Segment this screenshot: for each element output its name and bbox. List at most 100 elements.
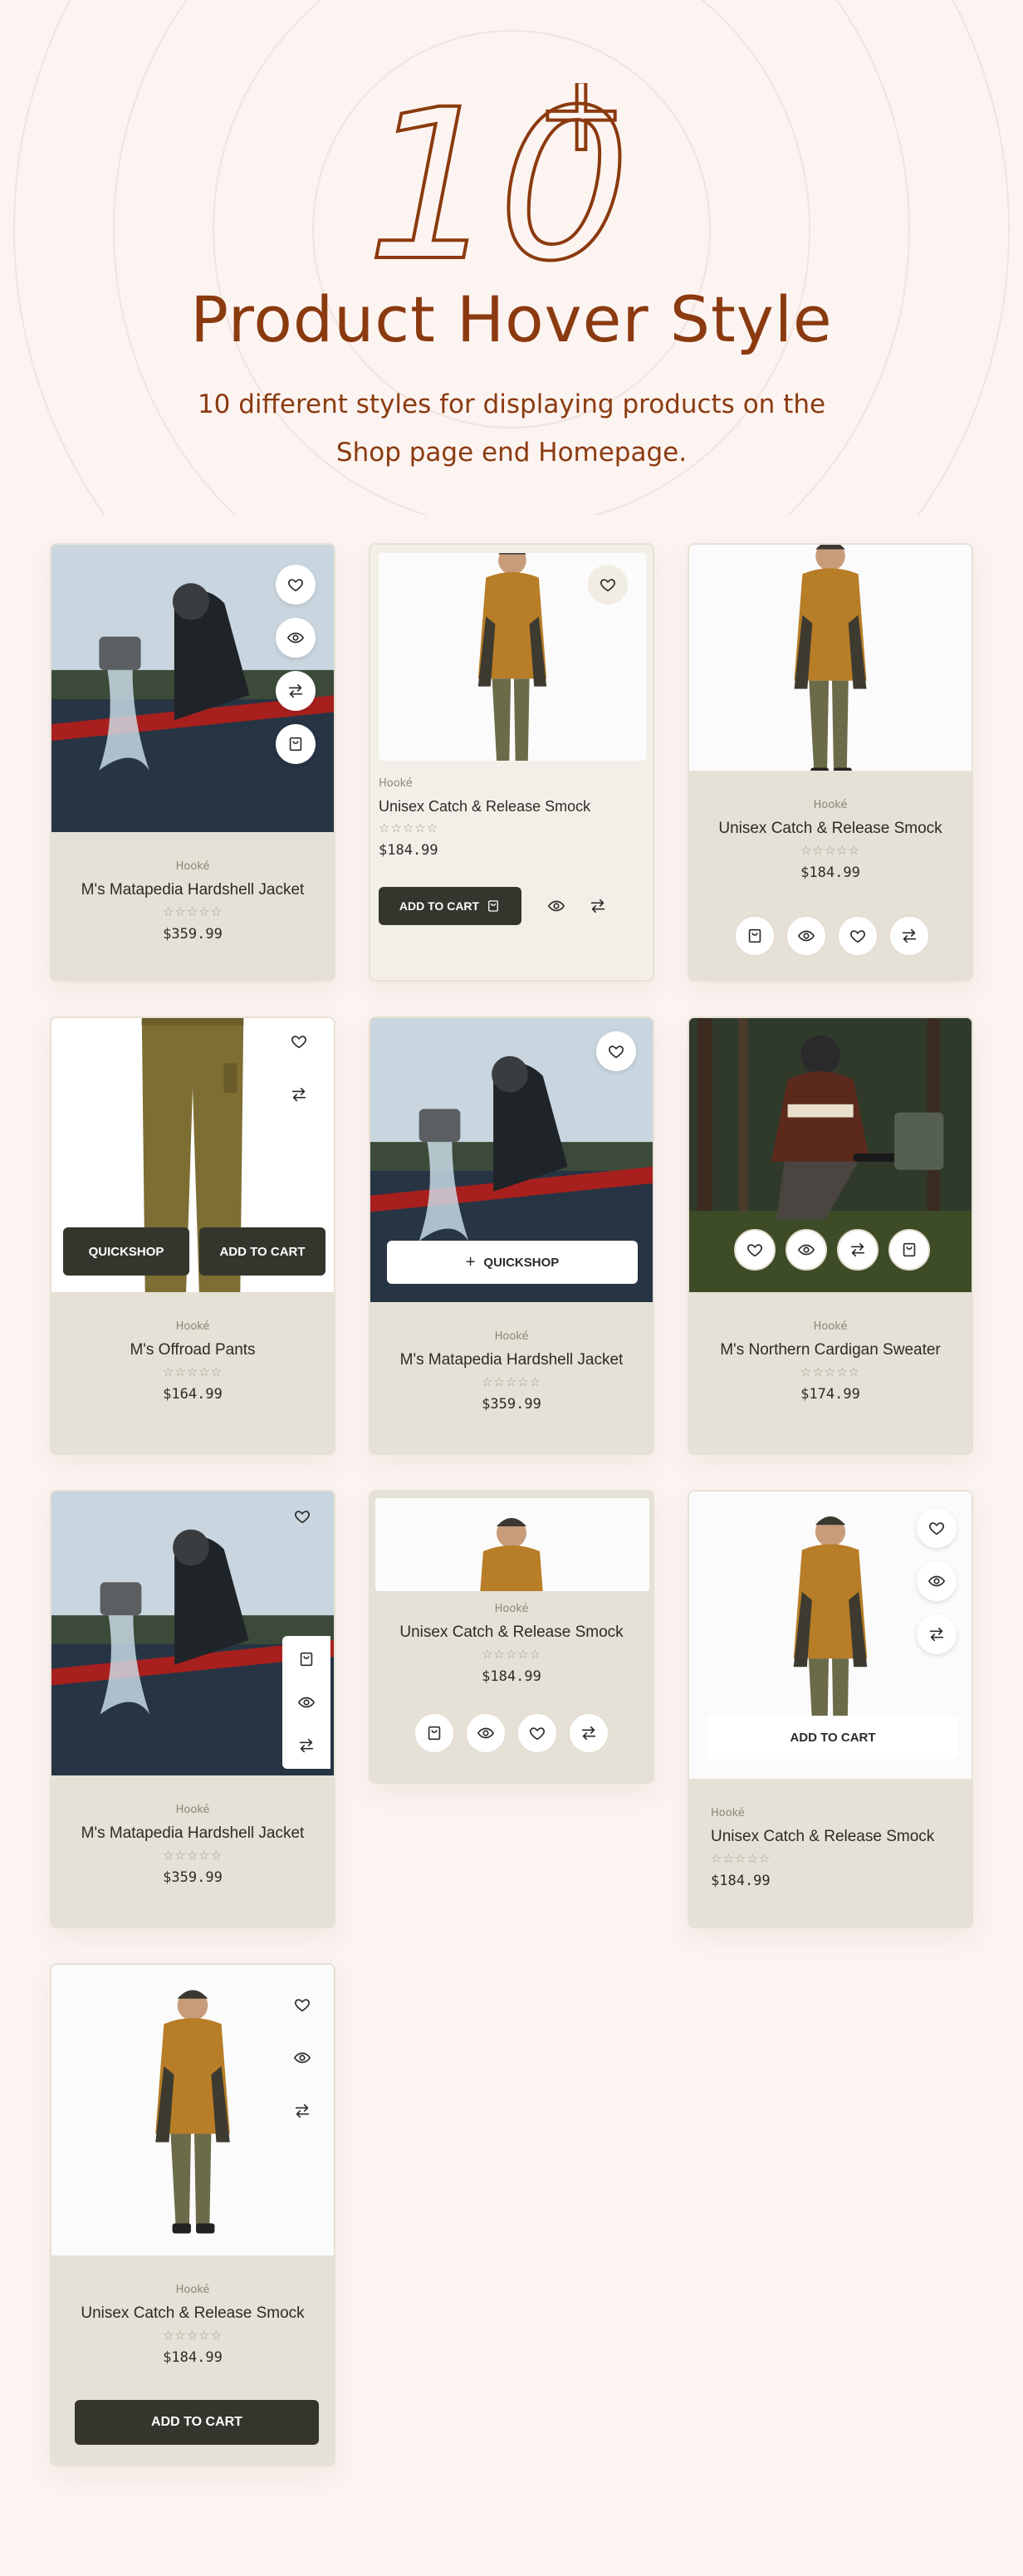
product-name[interactable]: Unisex Catch & Release Smock bbox=[51, 2304, 334, 2323]
add-to-cart-button[interactable] bbox=[888, 1229, 930, 1271]
add-to-cart-button[interactable]: ADD TO CART bbox=[75, 2400, 319, 2445]
compare-button[interactable] bbox=[568, 1712, 609, 1754]
plus-icon: + bbox=[465, 1252, 476, 1271]
compare-button[interactable] bbox=[578, 886, 618, 926]
wishlist-button[interactable] bbox=[286, 1500, 319, 1533]
add-to-cart-label: ADD TO CART bbox=[399, 899, 480, 913]
product-name[interactable]: M's Northern Cardigan Sweater bbox=[689, 1341, 972, 1359]
heart-icon bbox=[607, 1042, 625, 1060]
bag-icon bbox=[425, 1724, 443, 1742]
product-card-8[interactable]: Hooké Unisex Catch & Release Smock ☆☆☆☆☆… bbox=[369, 1490, 654, 1784]
add-to-cart-button[interactable]: ADD TO CART bbox=[199, 1227, 326, 1276]
compare-icon bbox=[928, 1625, 946, 1643]
eye-icon bbox=[797, 927, 815, 945]
product-card-3[interactable]: Hooké Unisex Catch & Release Smock ☆☆☆☆☆… bbox=[688, 543, 973, 982]
add-to-cart-button[interactable] bbox=[734, 915, 776, 957]
quickview-button[interactable] bbox=[276, 618, 316, 658]
product-name[interactable]: M's Matapedia Hardshell Jacket bbox=[51, 881, 334, 899]
product-brand: Hooké bbox=[813, 799, 848, 811]
product-card-2[interactable]: Hooké Unisex Catch & Release Smock ☆☆☆☆☆… bbox=[369, 543, 654, 982]
product-info: Hooké M's Matapedia Hardshell Jacket ☆☆☆… bbox=[51, 860, 334, 943]
product-info: Hooké M's Northern Cardigan Sweater ☆☆☆☆… bbox=[689, 1320, 972, 1403]
eye-icon bbox=[477, 1724, 495, 1742]
add-to-cart-button[interactable]: ADD TO CART bbox=[707, 1716, 958, 1759]
product-rating: ☆☆☆☆☆ bbox=[162, 904, 223, 919]
add-to-cart-button[interactable] bbox=[286, 1639, 326, 1679]
product-price: $359.99 bbox=[163, 926, 223, 943]
product-info: Hooké Unisex Catch & Release Smock ☆☆☆☆☆… bbox=[51, 2284, 334, 2366]
product-rating: ☆☆☆☆☆ bbox=[711, 1851, 771, 1866]
product-price: $359.99 bbox=[163, 1869, 223, 1886]
compare-icon bbox=[286, 682, 305, 700]
wishlist-button[interactable] bbox=[588, 565, 628, 605]
wishlist-button[interactable] bbox=[596, 1031, 636, 1071]
compare-button[interactable] bbox=[279, 1075, 319, 1114]
eye-icon bbox=[797, 1241, 815, 1259]
compare-button[interactable] bbox=[917, 1614, 957, 1654]
compare-icon bbox=[849, 1241, 867, 1259]
product-card-6[interactable]: Hooké M's Northern Cardigan Sweater ☆☆☆☆… bbox=[688, 1016, 973, 1455]
add-to-cart-label: ADD TO CART bbox=[219, 1244, 306, 1259]
product-name[interactable]: Unisex Catch & Release Smock bbox=[711, 1828, 968, 1846]
product-card-5[interactable]: + QUICKSHOP Hooké M's Matapedia Hardshel… bbox=[369, 1016, 654, 1455]
product-price: $184.99 bbox=[163, 2349, 223, 2366]
quickview-button[interactable] bbox=[536, 886, 576, 926]
add-to-cart-label: ADD TO CART bbox=[790, 1730, 876, 1745]
heart-icon bbox=[293, 1996, 311, 2014]
product-brand: Hooké bbox=[711, 1807, 745, 1819]
compare-button[interactable] bbox=[837, 1229, 879, 1271]
product-name[interactable]: Unisex Catch & Release Smock bbox=[379, 798, 644, 815]
product-card-4[interactable]: QUICKSHOP ADD TO CART Hooké M's Offroad … bbox=[50, 1016, 335, 1455]
wishlist-button[interactable] bbox=[282, 1985, 322, 2025]
product-rating: ☆☆☆☆☆ bbox=[481, 1647, 542, 1662]
product-price: $184.99 bbox=[482, 1668, 541, 1685]
wishlist-button[interactable] bbox=[279, 1021, 319, 1061]
product-info: Hooké M's Offroad Pants ☆☆☆☆☆ $164.99 bbox=[51, 1320, 334, 1403]
product-info: Hooké M's Matapedia Hardshell Jacket ☆☆☆… bbox=[370, 1330, 653, 1413]
wishlist-button[interactable] bbox=[734, 1229, 776, 1271]
product-name[interactable]: Unisex Catch & Release Smock bbox=[370, 1623, 653, 1642]
quickshop-label: QUICKSHOP bbox=[483, 1255, 560, 1270]
product-name[interactable]: Unisex Catch & Release Smock bbox=[689, 820, 972, 838]
product-info: Hooké Unisex Catch & Release Smock ☆☆☆☆☆… bbox=[370, 1603, 653, 1685]
product-price: $184.99 bbox=[800, 864, 860, 881]
product-image[interactable] bbox=[375, 1498, 649, 1591]
compare-button[interactable] bbox=[276, 671, 316, 711]
product-name[interactable]: M's Matapedia Hardshell Jacket bbox=[370, 1351, 653, 1369]
product-card-10[interactable]: Hooké Unisex Catch & Release Smock ☆☆☆☆☆… bbox=[50, 1963, 335, 2466]
compare-button[interactable] bbox=[286, 1726, 326, 1765]
heart-icon bbox=[928, 1519, 946, 1537]
product-card-7[interactable]: Hooké M's Matapedia Hardshell Jacket ☆☆☆… bbox=[50, 1490, 335, 1928]
quickview-button[interactable] bbox=[786, 1229, 827, 1271]
eye-icon bbox=[297, 1693, 316, 1712]
action-toolbar bbox=[282, 1636, 330, 1769]
product-brand: Hooké bbox=[813, 1320, 848, 1333]
quickshop-button[interactable]: QUICKSHOP bbox=[63, 1227, 189, 1276]
product-name[interactable]: M's Offroad Pants bbox=[51, 1341, 334, 1359]
product-rating: ☆☆☆☆☆ bbox=[800, 1364, 861, 1379]
quickview-button[interactable] bbox=[917, 1561, 957, 1601]
quickshop-button[interactable]: + QUICKSHOP bbox=[387, 1241, 638, 1284]
product-name[interactable]: M's Matapedia Hardshell Jacket bbox=[51, 1824, 334, 1843]
wishlist-button[interactable] bbox=[917, 1508, 957, 1548]
product-rating: ☆☆☆☆☆ bbox=[379, 820, 439, 835]
quickview-button[interactable] bbox=[465, 1712, 507, 1754]
add-to-cart-label: ADD TO CART bbox=[151, 2415, 242, 2429]
add-to-cart-button[interactable] bbox=[414, 1712, 455, 1754]
compare-button[interactable] bbox=[888, 915, 930, 957]
product-card-9[interactable]: ADD TO CART Hooké Unisex Catch & Release… bbox=[688, 1490, 973, 1928]
add-to-cart-button[interactable]: ADD TO CART bbox=[379, 887, 521, 925]
wishlist-button[interactable] bbox=[837, 915, 879, 957]
product-price: $359.99 bbox=[482, 1396, 541, 1413]
eye-icon bbox=[547, 897, 565, 915]
product-card-1[interactable]: Hooké M's Matapedia Hardshell Jacket ☆☆☆… bbox=[50, 543, 335, 982]
eye-icon bbox=[928, 1572, 946, 1590]
compare-button[interactable] bbox=[282, 2091, 322, 2131]
wishlist-button[interactable] bbox=[276, 565, 316, 605]
product-image[interactable] bbox=[689, 545, 972, 771]
wishlist-button[interactable] bbox=[516, 1712, 558, 1754]
add-to-cart-button[interactable] bbox=[276, 724, 316, 764]
quickview-button[interactable] bbox=[282, 2038, 322, 2078]
quickview-button[interactable] bbox=[286, 1682, 326, 1722]
quickview-button[interactable] bbox=[786, 915, 827, 957]
